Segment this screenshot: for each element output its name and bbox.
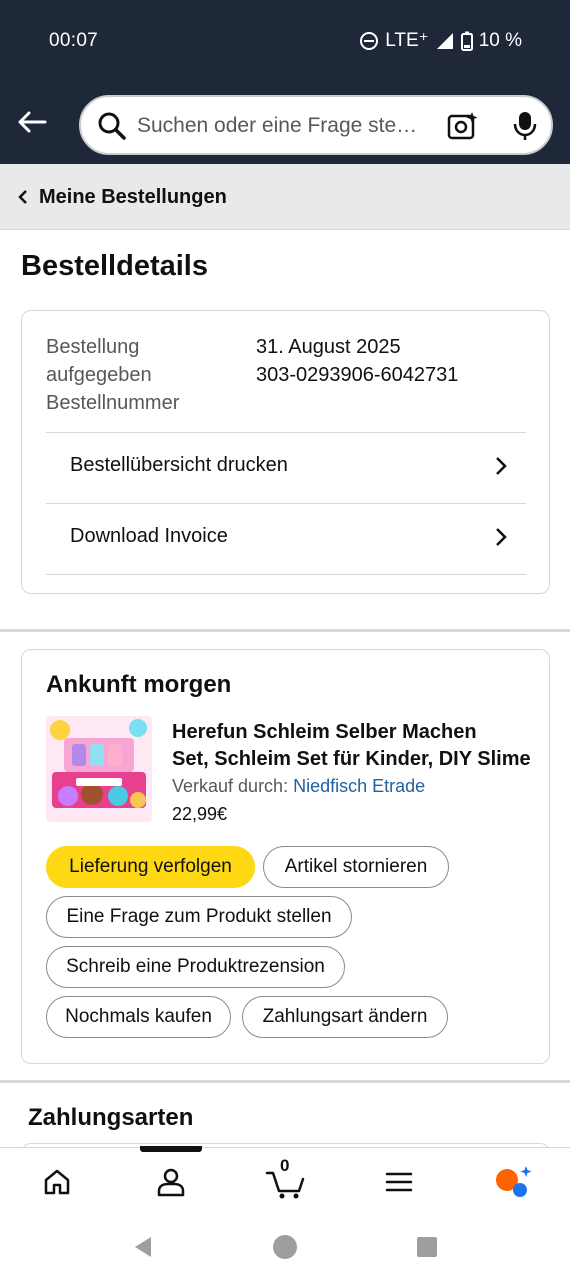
label-order-placed-2: aufgegeben bbox=[46, 364, 152, 386]
menu-icon[interactable] bbox=[377, 1162, 421, 1202]
page-title: Bestelldetails bbox=[21, 250, 208, 282]
shipment-title: Ankunft morgen bbox=[46, 671, 232, 698]
order-date: 31. August 2025 bbox=[256, 336, 401, 358]
search-bar[interactable]: Suchen oder eine Frage ste… bbox=[79, 95, 553, 155]
status-time: 00:07 bbox=[49, 30, 99, 51]
buy-again-button[interactable]: Nochmals kaufen bbox=[46, 996, 231, 1038]
account-icon[interactable] bbox=[149, 1162, 193, 1202]
nav-recents-icon[interactable] bbox=[416, 1236, 438, 1263]
active-tab-indicator bbox=[140, 1146, 202, 1152]
do-not-disturb-icon bbox=[359, 31, 379, 51]
top-bar: 00:07 LTE⁺ 10 % Suchen oder eine Frage s… bbox=[0, 0, 570, 164]
seller-info: Verkauf durch: Niedfisch Etrade bbox=[172, 776, 425, 797]
product-title-line1: Herefun Schleim Selber Machen bbox=[172, 721, 477, 743]
download-invoice-label: Download Invoice bbox=[70, 525, 228, 547]
status-bar: 00:07 LTE⁺ 10 % bbox=[0, 0, 570, 82]
search-icon bbox=[97, 111, 127, 146]
microphone-icon[interactable] bbox=[511, 110, 539, 147]
breadcrumb-label: Meine Bestellungen bbox=[39, 186, 227, 208]
bottom-tab-bar: 0 bbox=[0, 1146, 570, 1215]
search-placeholder: Suchen oder eine Frage ste… bbox=[137, 114, 418, 137]
download-invoice-row[interactable]: Download Invoice bbox=[46, 503, 526, 574]
chevron-right-icon bbox=[494, 526, 508, 553]
battery-icon bbox=[460, 31, 473, 51]
nav-back-icon[interactable] bbox=[131, 1235, 155, 1264]
chevron-right-icon bbox=[494, 455, 508, 482]
order-labels: Bestellung aufgegeben Bestellnummer bbox=[46, 333, 236, 417]
product-price: 22,99€ bbox=[172, 804, 228, 824]
network-label: LTE⁺ bbox=[385, 30, 429, 51]
cart-icon[interactable]: 0 bbox=[262, 1156, 310, 1202]
label-order-number: Bestellnummer bbox=[46, 392, 180, 414]
product-title-line2: Set, Schleim Set für Kinder, DIY Slime bbox=[172, 748, 531, 770]
back-arrow-icon[interactable] bbox=[14, 104, 50, 140]
shipment-card: Ankunft morgen Herefun Schleim Selber Ma… bbox=[21, 649, 550, 1064]
cart-count: 0 bbox=[280, 1156, 290, 1175]
track-delivery-button[interactable]: Lieferung verfolgen bbox=[46, 846, 255, 888]
ask-question-button[interactable]: Eine Frage zum Produkt stellen bbox=[46, 896, 352, 938]
chevron-left-icon bbox=[17, 189, 29, 210]
product-image[interactable] bbox=[46, 716, 152, 822]
seller-link[interactable]: Niedfisch Etrade bbox=[293, 776, 425, 796]
seller-prefix: Verkauf durch: bbox=[172, 776, 294, 796]
change-payment-button[interactable]: Zahlungsart ändern bbox=[242, 996, 448, 1038]
system-navigation-bar bbox=[0, 1215, 570, 1280]
section-divider bbox=[0, 1080, 570, 1083]
nav-home-icon[interactable] bbox=[272, 1234, 298, 1265]
order-info-card: Bestellung aufgegeben Bestellnummer 31. … bbox=[21, 310, 550, 594]
rufus-icon[interactable] bbox=[491, 1162, 535, 1202]
cancel-item-button[interactable]: Artikel stornieren bbox=[263, 846, 449, 888]
signal-icon bbox=[435, 31, 455, 51]
status-icons: LTE⁺ 10 % bbox=[359, 29, 522, 52]
app-header: Suchen oder eine Frage ste… bbox=[0, 82, 570, 164]
order-number: 303-0293906-6042731 bbox=[256, 364, 459, 386]
camera-icon[interactable] bbox=[447, 110, 479, 147]
section-divider bbox=[0, 629, 570, 632]
write-review-button[interactable]: Schreib eine Produktrezension bbox=[46, 946, 345, 988]
label-order-placed-1: Bestellung bbox=[46, 336, 140, 358]
home-icon[interactable] bbox=[35, 1162, 79, 1202]
print-summary-row[interactable]: Bestellübersicht drucken bbox=[46, 432, 526, 503]
breadcrumb[interactable]: Meine Bestellungen bbox=[0, 164, 570, 230]
product-title[interactable]: Herefun Schleim Selber Machen Set, Schle… bbox=[172, 719, 532, 773]
payment-section-title: Zahlungsarten bbox=[28, 1104, 194, 1131]
order-values: 31. August 2025 303-0293906-6042731 bbox=[256, 333, 458, 389]
print-summary-label: Bestellübersicht drucken bbox=[70, 454, 288, 476]
battery-percent: 10 % bbox=[478, 29, 522, 51]
divider bbox=[46, 574, 526, 575]
